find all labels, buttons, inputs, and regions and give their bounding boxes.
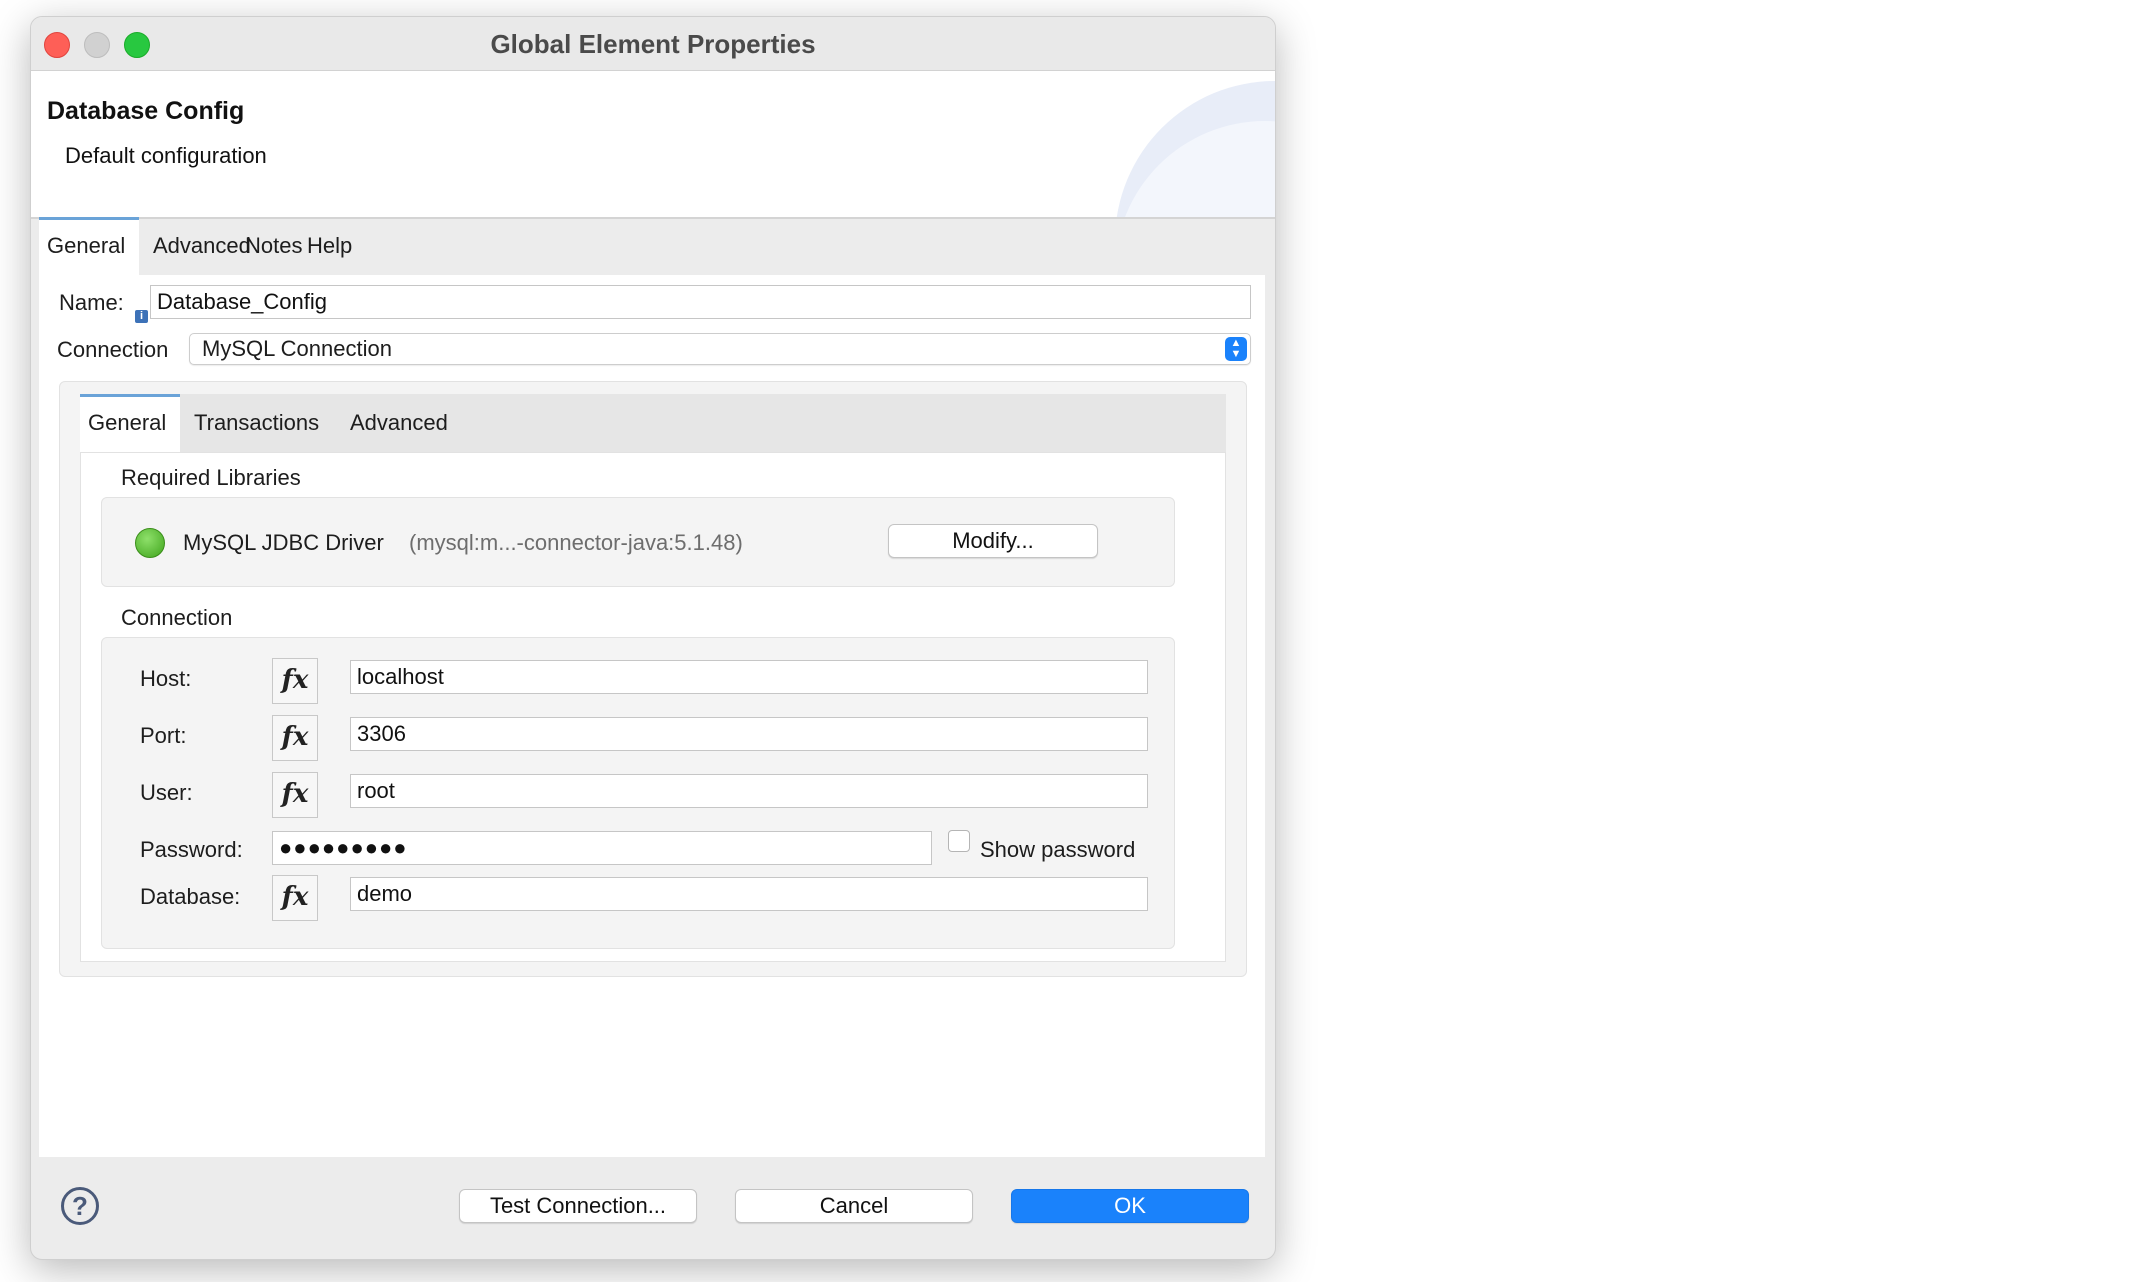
port-expression-button[interactable]: fx xyxy=(272,715,318,761)
show-password-label: Show password xyxy=(980,837,1136,862)
driver-name: MySQL JDBC Driver xyxy=(183,530,384,555)
user-expression-button[interactable]: fx xyxy=(272,772,318,818)
tab-general[interactable]: General xyxy=(39,217,139,275)
general-tab-panel: Name: i Database_Config Connection MySQL… xyxy=(39,275,1265,1157)
modify-button[interactable]: Modify... xyxy=(888,524,1098,558)
host-expression-button[interactable]: fx xyxy=(272,658,318,704)
database-expression-button[interactable]: fx xyxy=(272,875,318,921)
user-label: User: xyxy=(140,780,193,805)
host-input[interactable]: localhost xyxy=(350,660,1148,694)
database-label: Database: xyxy=(140,884,241,909)
connection-fields-box: Host: fx localhost Port: fx 3306 User: f… xyxy=(101,637,1175,949)
connection-label: Connection xyxy=(57,337,169,362)
inner-tab-bar: General Transactions Advanced xyxy=(80,394,1226,454)
password-input[interactable]: ●●●●●●●●● xyxy=(272,831,932,865)
connection-select-value: MySQL Connection xyxy=(202,336,392,361)
check-icon xyxy=(135,528,165,558)
outer-tab-bar: General Advanced Notes Help xyxy=(39,217,1265,277)
tab-help[interactable]: Help xyxy=(299,217,360,275)
port-input[interactable]: 3306 xyxy=(350,717,1148,751)
ok-button[interactable]: OK xyxy=(1011,1189,1249,1223)
required-libraries-box: MySQL JDBC Driver (mysql:m...-connector-… xyxy=(101,497,1175,587)
driver-detail: (mysql:m...-connector-java:5.1.48) xyxy=(409,530,743,555)
host-label: Host: xyxy=(140,666,192,691)
cancel-button[interactable]: Cancel xyxy=(735,1189,973,1223)
info-icon: i xyxy=(135,310,148,323)
inner-tab-advanced[interactable]: Advanced xyxy=(342,394,456,452)
inner-tab-general[interactable]: General xyxy=(80,394,180,452)
password-label: Password: xyxy=(140,837,243,862)
connection-settings-box: General Transactions Advanced Required L… xyxy=(59,381,1247,977)
window-title: Global Element Properties xyxy=(490,29,816,59)
inner-general-panel: Required Libraries MySQL JDBC Driver (my… xyxy=(80,452,1226,962)
dialog-header: Database Config Default configuration xyxy=(31,71,1275,219)
required-libraries-label: Required Libraries xyxy=(121,465,301,490)
connection-select[interactable]: MySQL Connection ▲ ▼ xyxy=(189,333,1251,365)
show-password-checkbox[interactable] xyxy=(948,830,970,852)
header-title: Database Config xyxy=(47,97,245,125)
chevron-up-down-icon: ▲ ▼ xyxy=(1225,337,1247,361)
test-connection-button[interactable]: Test Connection... xyxy=(459,1189,697,1223)
database-input[interactable]: demo xyxy=(350,877,1148,911)
name-label: Name: xyxy=(59,290,124,315)
name-input[interactable]: Database_Config xyxy=(150,285,1251,319)
port-label: Port: xyxy=(140,723,187,748)
inner-tab-transactions[interactable]: Transactions xyxy=(186,394,327,452)
connection-section-label: Connection xyxy=(121,605,233,630)
title-bar: Global Element Properties xyxy=(31,17,1275,71)
user-input[interactable]: root xyxy=(350,774,1148,808)
global-element-properties-dialog: Global Element Properties Database Confi… xyxy=(30,16,1276,1260)
help-icon[interactable]: ? xyxy=(61,1187,99,1225)
header-subtitle: Default configuration xyxy=(65,143,267,168)
